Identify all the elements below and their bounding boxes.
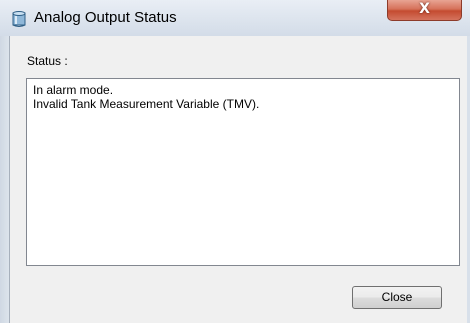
status-line: In alarm mode. [33,83,114,97]
cylinder-tank-icon [12,11,26,27]
window-title: Analog Output Status [34,9,177,26]
status-line: Invalid Tank Measurement Variable (TMV). [33,97,260,111]
close-icon: X [419,1,430,17]
window-frame-left [0,36,9,323]
title-bar[interactable]: Analog Output Status X [0,0,470,37]
analog-output-status-window: Analog Output Status X Status : In alarm… [0,0,470,323]
close-button[interactable]: Close [352,286,442,309]
dialog-client-area: Status : In alarm mode. Invalid Tank Mea… [9,36,467,323]
window-close-button[interactable]: X [387,0,462,21]
status-label: Status : [27,54,68,68]
status-text-box[interactable]: In alarm mode. Invalid Tank Measurement … [26,78,460,266]
